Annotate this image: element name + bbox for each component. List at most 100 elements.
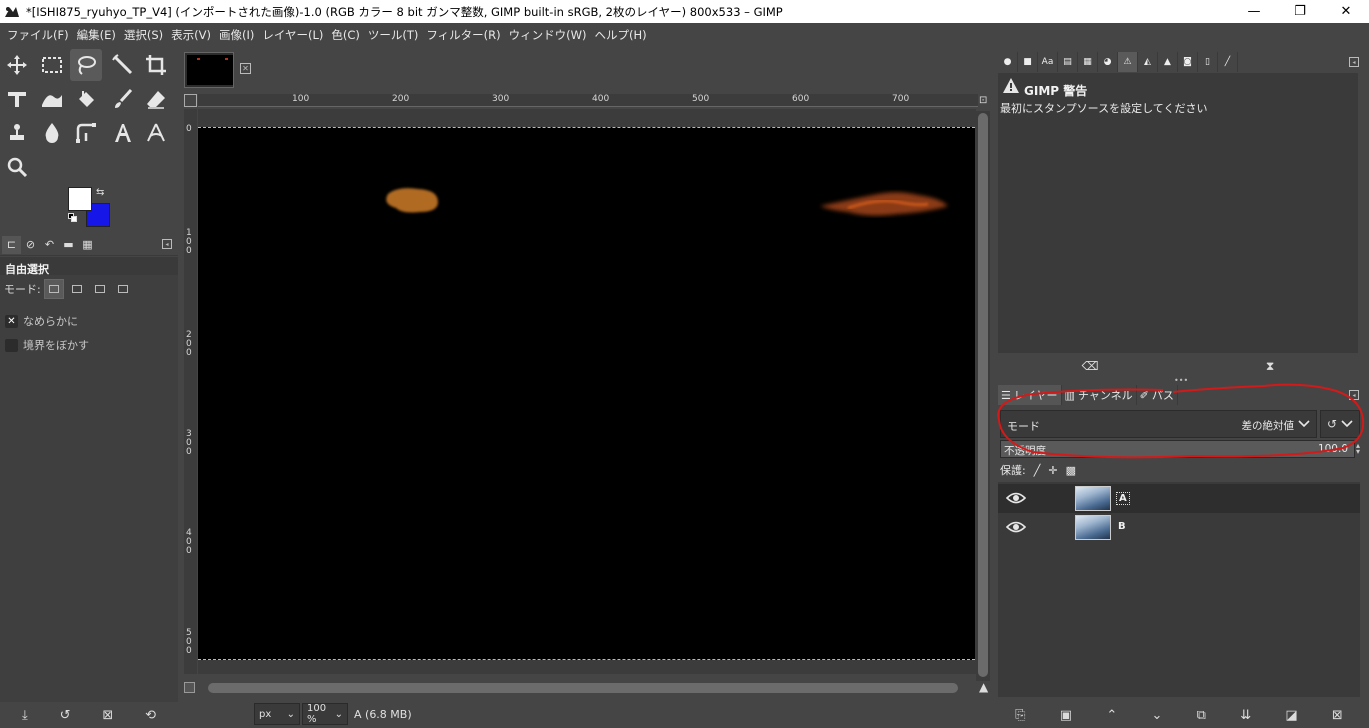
brush-tab-icon[interactable]: ● (998, 52, 1018, 72)
brushes-tab-icon[interactable]: ▬ (59, 236, 78, 254)
mode-replace-button[interactable] (43, 279, 64, 299)
move-tool-icon[interactable] (1, 49, 33, 81)
menu-image[interactable]: 画像(I) (216, 27, 257, 43)
feather-option[interactable]: 境界をぼかす (5, 337, 89, 353)
minimize-button[interactable]: — (1231, 0, 1277, 23)
warp-tool-icon[interactable] (36, 83, 68, 115)
mode-subtract-button[interactable] (90, 279, 110, 299)
eye-icon[interactable] (1006, 520, 1026, 534)
free-select-tool-icon[interactable] (70, 49, 102, 81)
mode-intersect-button[interactable] (113, 279, 133, 299)
fonts-tab-icon[interactable]: Aa (1038, 52, 1058, 72)
lock-alpha-icon[interactable]: ▩ (1066, 464, 1076, 477)
image-tab-thumbnail[interactable] (184, 52, 234, 88)
histogram-tab-icon[interactable]: ◭ (1138, 52, 1158, 72)
dynamics-tab-icon[interactable]: ▤ (1058, 52, 1078, 72)
menu-tools[interactable]: ツール(T) (365, 27, 422, 43)
antialias-checkbox[interactable]: ✕ (5, 314, 18, 328)
navigate-icon[interactable]: ▲ (979, 680, 988, 694)
zoom-tool-icon[interactable] (1, 151, 33, 183)
text-tool-icon[interactable] (107, 117, 139, 149)
quick-mask-toggle[interactable] (184, 682, 195, 693)
horizontal-ruler[interactable]: 100 200 300 400 500 600 700 (198, 94, 978, 107)
blur-tool-icon[interactable] (36, 117, 68, 149)
mode-add-button[interactable] (67, 279, 87, 299)
dock-separator-handle[interactable]: ••• (1174, 376, 1188, 385)
pattern-tab-icon[interactable]: ■ (1018, 52, 1038, 72)
eye-icon[interactable] (1006, 491, 1026, 505)
fuzzy-select-tool-icon[interactable] (107, 49, 139, 81)
dock-menu-icon[interactable]: ◂ (1349, 57, 1359, 67)
menu-select[interactable]: 選択(S) (121, 27, 166, 43)
bucket-fill-tool-icon[interactable] (70, 83, 102, 115)
undo-history-tab-icon[interactable]: ↶ (40, 236, 59, 254)
lower-layer-icon[interactable]: ⌄ (1151, 708, 1162, 723)
layer-row[interactable]: A (998, 484, 1360, 513)
paths-tool-icon[interactable] (70, 117, 102, 149)
delete-tool-preset-icon[interactable]: ⊠ (102, 708, 113, 723)
opacity-spin-icon[interactable]: ▴ ▾ (1356, 442, 1360, 456)
maximize-button[interactable]: ❐ (1277, 0, 1323, 23)
images-tab-icon[interactable]: ◙ (1178, 52, 1198, 72)
new-layer-icon[interactable]: ⎘ (1015, 708, 1025, 723)
paintbrush-tool-icon[interactable] (107, 83, 139, 115)
rect-select-tool-icon[interactable] (36, 49, 68, 81)
layers-menu-icon[interactable]: ◂ (1349, 390, 1359, 400)
tab-layers[interactable]: ☰ レイヤー (998, 385, 1062, 405)
pointer-tab-icon[interactable]: ▲ (1158, 52, 1178, 72)
layer-name[interactable]: B (1116, 521, 1128, 532)
vertical-scrollbar[interactable] (976, 111, 990, 681)
panel-menu-icon[interactable]: ◂ (162, 239, 172, 249)
menu-filters[interactable]: フィルター(R) (423, 27, 503, 43)
menu-windows[interactable]: ウィンドウ(W) (506, 27, 590, 43)
lock-pixels-icon[interactable]: ╱ (1034, 464, 1041, 477)
menu-edit[interactable]: 編集(E) (74, 27, 119, 43)
save-tool-preset-icon[interactable]: ⤓ (22, 708, 28, 723)
new-layer-group-icon[interactable]: ▣ (1060, 708, 1072, 723)
menu-help[interactable]: ヘルプ(H) (591, 27, 649, 43)
feather-checkbox[interactable] (5, 338, 18, 352)
raise-layer-icon[interactable]: ⌃ (1106, 708, 1117, 723)
crop-tool-icon[interactable] (140, 49, 172, 81)
tab-channels[interactable]: ▥ チャンネル (1062, 385, 1137, 405)
tool-presets-tab-icon[interactable]: ╱ (1218, 52, 1238, 72)
layer-name[interactable]: A (1116, 492, 1130, 505)
ruler-corner[interactable] (184, 94, 197, 107)
lock-position-icon[interactable]: ✛ (1048, 464, 1057, 477)
close-image-tab-icon[interactable]: ✕ (240, 63, 251, 74)
unit-select[interactable]: px ⌄ (254, 703, 300, 725)
swap-colors-icon[interactable]: ⇆ (96, 187, 104, 198)
antialias-option[interactable]: ✕ なめらかに (5, 313, 78, 329)
save-errors-icon[interactable]: ⧗ (1266, 359, 1274, 374)
menu-layer[interactable]: レイヤー(L) (259, 27, 326, 43)
default-colors-icon[interactable] (68, 213, 78, 223)
reset-tool-options-icon[interactable]: ⟲ (145, 708, 156, 723)
tab-paths[interactable]: ✐ パス (1137, 385, 1178, 405)
foreground-color[interactable] (68, 187, 92, 211)
tool-options-tab-icon[interactable]: ⊏ (2, 235, 21, 254)
warning-tab-icon[interactable]: ⚠ (1118, 52, 1138, 72)
menu-colors[interactable]: 色(C) (328, 27, 363, 43)
opacity-slider[interactable]: 不透明度 100.0 (1000, 440, 1355, 458)
color-swatches[interactable]: ⇆ (68, 187, 112, 231)
zoom-fit-icon[interactable]: ⊡ (979, 95, 987, 106)
document-tab-icon[interactable]: ▯ (1198, 52, 1218, 72)
clear-errors-icon[interactable]: ⌫ (1082, 359, 1099, 373)
eraser-tool-icon[interactable] (140, 83, 172, 115)
vertical-ruler[interactable]: 0 1 0 0 2 0 0 3 0 0 4 0 0 5 0 0 (184, 109, 197, 674)
merge-layer-icon[interactable]: ⇊ (1240, 708, 1251, 723)
delete-layer-icon[interactable]: ⊠ (1332, 708, 1343, 723)
horizontal-scrollbar[interactable] (204, 681, 964, 695)
measure-tool-icon[interactable] (140, 117, 172, 149)
image-canvas[interactable] (198, 127, 975, 660)
layer-mask-icon[interactable]: ◪ (1285, 708, 1297, 723)
layer-composite-select[interactable]: ↺ (1320, 410, 1360, 438)
layer-mode-select[interactable]: モード 差の絶対値 (1000, 410, 1317, 438)
menu-file[interactable]: ファイル(F) (4, 27, 72, 43)
transform-tool-icon[interactable] (1, 83, 33, 115)
close-button[interactable]: ✕ (1323, 0, 1369, 23)
menu-view[interactable]: 表示(V) (168, 27, 214, 43)
zoom-select[interactable]: 100 % ⌄ (302, 703, 348, 725)
duplicate-layer-icon[interactable]: ⧉ (1197, 708, 1206, 723)
clone-tool-icon[interactable] (1, 117, 33, 149)
